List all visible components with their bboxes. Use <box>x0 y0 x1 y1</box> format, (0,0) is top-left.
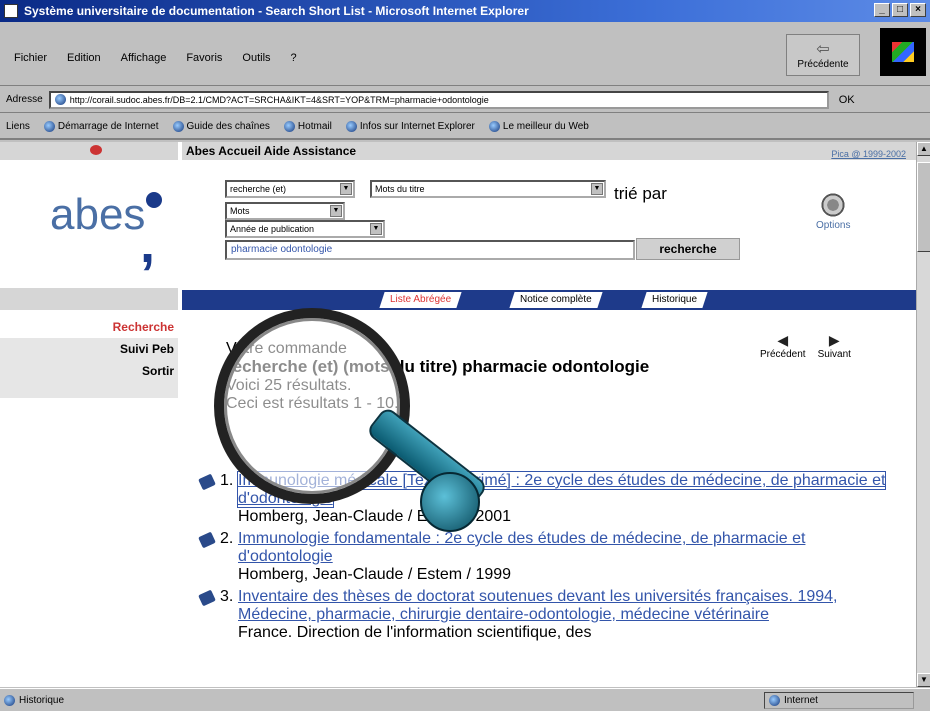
ie-icon <box>488 120 500 132</box>
window-title: Système universitaire de documentation -… <box>24 4 529 18</box>
tab-bar: Liste Abrégée Notice complète Historique <box>182 290 916 310</box>
ie-icon <box>283 120 295 132</box>
logo-comma-icon: , <box>140 214 156 274</box>
chevron-down-icon: ▼ <box>591 183 603 195</box>
menu-favoris[interactable]: Favoris <box>186 52 222 64</box>
link-guide[interactable]: Guide des chaînes <box>172 120 270 132</box>
page-icon <box>54 94 66 105</box>
status-bar: Historique Internet <box>0 688 930 711</box>
prev-arrow-icon: ◀ <box>777 332 789 348</box>
side-nav: Recherche Suivi Peb Sortir <box>0 320 178 386</box>
tab-liste-abregee[interactable]: Liste Abrégée <box>379 292 462 308</box>
ie-page-icon <box>4 4 18 18</box>
page-content: abes , Recherche Suivi Peb Sortir Abes A… <box>0 142 916 687</box>
sort-select[interactable]: Année de publication ▼ <box>225 220 385 238</box>
menu-toolbar-area: Fichier Edition Affichage Favoris Outils… <box>0 22 930 86</box>
scroll-thumb[interactable] <box>917 162 930 252</box>
back-label: Précédente <box>797 59 849 70</box>
menu-fichier[interactable]: Fichier <box>14 52 47 64</box>
vertical-scrollbar[interactable]: ▲ ▼ <box>916 142 930 687</box>
maximize-button[interactable]: □ <box>892 3 908 17</box>
scroll-up-icon[interactable]: ▲ <box>917 142 930 156</box>
close-button[interactable]: × <box>910 3 926 17</box>
nav-sortir[interactable]: Sortir <box>0 364 174 378</box>
menu-help[interactable]: ? <box>291 52 297 64</box>
recherche-button[interactable]: recherche <box>636 238 740 260</box>
globe-icon <box>769 695 780 706</box>
address-bar: Adresse http://corail.sudoc.abes.fr/DB=2… <box>0 87 930 113</box>
pager: ◀ Précédent ▶ Suivant <box>760 332 851 360</box>
address-label: Adresse <box>6 94 43 105</box>
options-button[interactable]: Options <box>816 192 850 231</box>
next-arrow-icon: ▶ <box>828 332 840 348</box>
link-infos[interactable]: Infos sur Internet Explorer <box>345 120 475 132</box>
result-meta: France. Direction de l'information scien… <box>238 624 592 641</box>
sort-label: trié par <box>614 184 667 203</box>
logo-dot-icon <box>146 192 162 208</box>
list-item: 3. Inventaire des thèses de doctorat sou… <box>196 588 896 642</box>
ie-icon <box>43 120 55 132</box>
tab-notice-complete[interactable]: Notice complète <box>509 292 603 308</box>
window-titlebar: Système universitaire de documentation -… <box>0 0 930 22</box>
field-select-2[interactable]: Mots ▼ <box>225 202 345 220</box>
list-item: 2. Immunologie fondamentale : 2e cycle d… <box>196 530 896 584</box>
nav-suivi-peb[interactable]: Suivi Peb <box>0 342 174 356</box>
result-link[interactable]: Inventaire des thèses de doctorat souten… <box>238 588 837 623</box>
field-select[interactable]: Mots du titre ▼ <box>370 180 606 198</box>
link-hotmail[interactable]: Hotmail <box>283 120 332 132</box>
link-meilleur[interactable]: Le meilleur du Web <box>488 120 589 132</box>
chevron-down-icon: ▼ <box>370 223 382 235</box>
search-input[interactable]: pharmacie odontologie <box>225 240 635 260</box>
links-label: Liens <box>6 120 30 132</box>
status-text: Historique <box>19 694 65 706</box>
windows-logo-icon <box>880 28 926 76</box>
ie-icon <box>345 120 357 132</box>
back-arrow-icon: ⇦ <box>816 41 830 58</box>
next-button[interactable]: ▶ Suivant <box>818 332 851 360</box>
magnifier-icon <box>214 308 410 504</box>
book-icon <box>198 473 216 491</box>
magnifier-handle-end-icon <box>420 472 480 532</box>
flag-icon[interactable] <box>90 145 102 155</box>
result-link[interactable]: Immunologie fondamentale : 2e cycle des … <box>238 530 805 565</box>
menu-bar: Fichier Edition Affichage Favoris Outils… <box>14 52 297 64</box>
links-bar: Liens Démarrage de Internet Guide des ch… <box>0 114 930 140</box>
go-button[interactable]: OK <box>839 94 855 106</box>
chevron-down-icon: ▼ <box>340 183 352 195</box>
result-meta: Homberg, Jean-Claude / Estem / 1999 <box>238 566 512 583</box>
address-input[interactable]: http://corail.sudoc.abes.fr/DB=2.1/CMD?A… <box>48 90 829 109</box>
nav-recherche[interactable]: Recherche <box>0 320 174 334</box>
window-controls: _ □ × <box>874 3 926 17</box>
minimize-button[interactable]: _ <box>874 3 890 17</box>
copyright-link[interactable]: Pica @ 1999-2002 <box>831 145 906 163</box>
menu-edition[interactable]: Edition <box>67 52 101 64</box>
operator-select[interactable]: recherche (et) ▼ <box>225 180 355 198</box>
scroll-down-icon[interactable]: ▼ <box>917 673 930 687</box>
link-demarrage[interactable]: Démarrage de Internet <box>43 120 159 132</box>
ie-icon <box>172 120 184 132</box>
prev-button[interactable]: ◀ Précédent <box>760 332 806 360</box>
top-nav-links[interactable]: Abes Accueil Aide Assistance <box>186 144 356 158</box>
address-url: http://corail.sudoc.abes.fr/DB=2.1/CMD?A… <box>69 94 489 105</box>
chevron-down-icon: ▼ <box>330 205 342 217</box>
top-nav: Abes Accueil Aide Assistance Pica @ 1999… <box>182 142 916 160</box>
options-icon <box>819 192 848 218</box>
book-icon <box>198 531 216 549</box>
menu-outils[interactable]: Outils <box>242 52 270 64</box>
back-button[interactable]: ⇦ Précédente <box>786 34 860 76</box>
book-icon <box>198 589 216 607</box>
abes-logo[interactable]: abes <box>50 190 145 240</box>
tab-historique[interactable]: Historique <box>641 292 708 308</box>
left-column: abes , Recherche Suivi Peb Sortir <box>0 142 178 687</box>
zone-indicator: Internet <box>764 692 914 709</box>
menu-affichage[interactable]: Affichage <box>121 52 167 64</box>
page-icon <box>4 694 15 706</box>
